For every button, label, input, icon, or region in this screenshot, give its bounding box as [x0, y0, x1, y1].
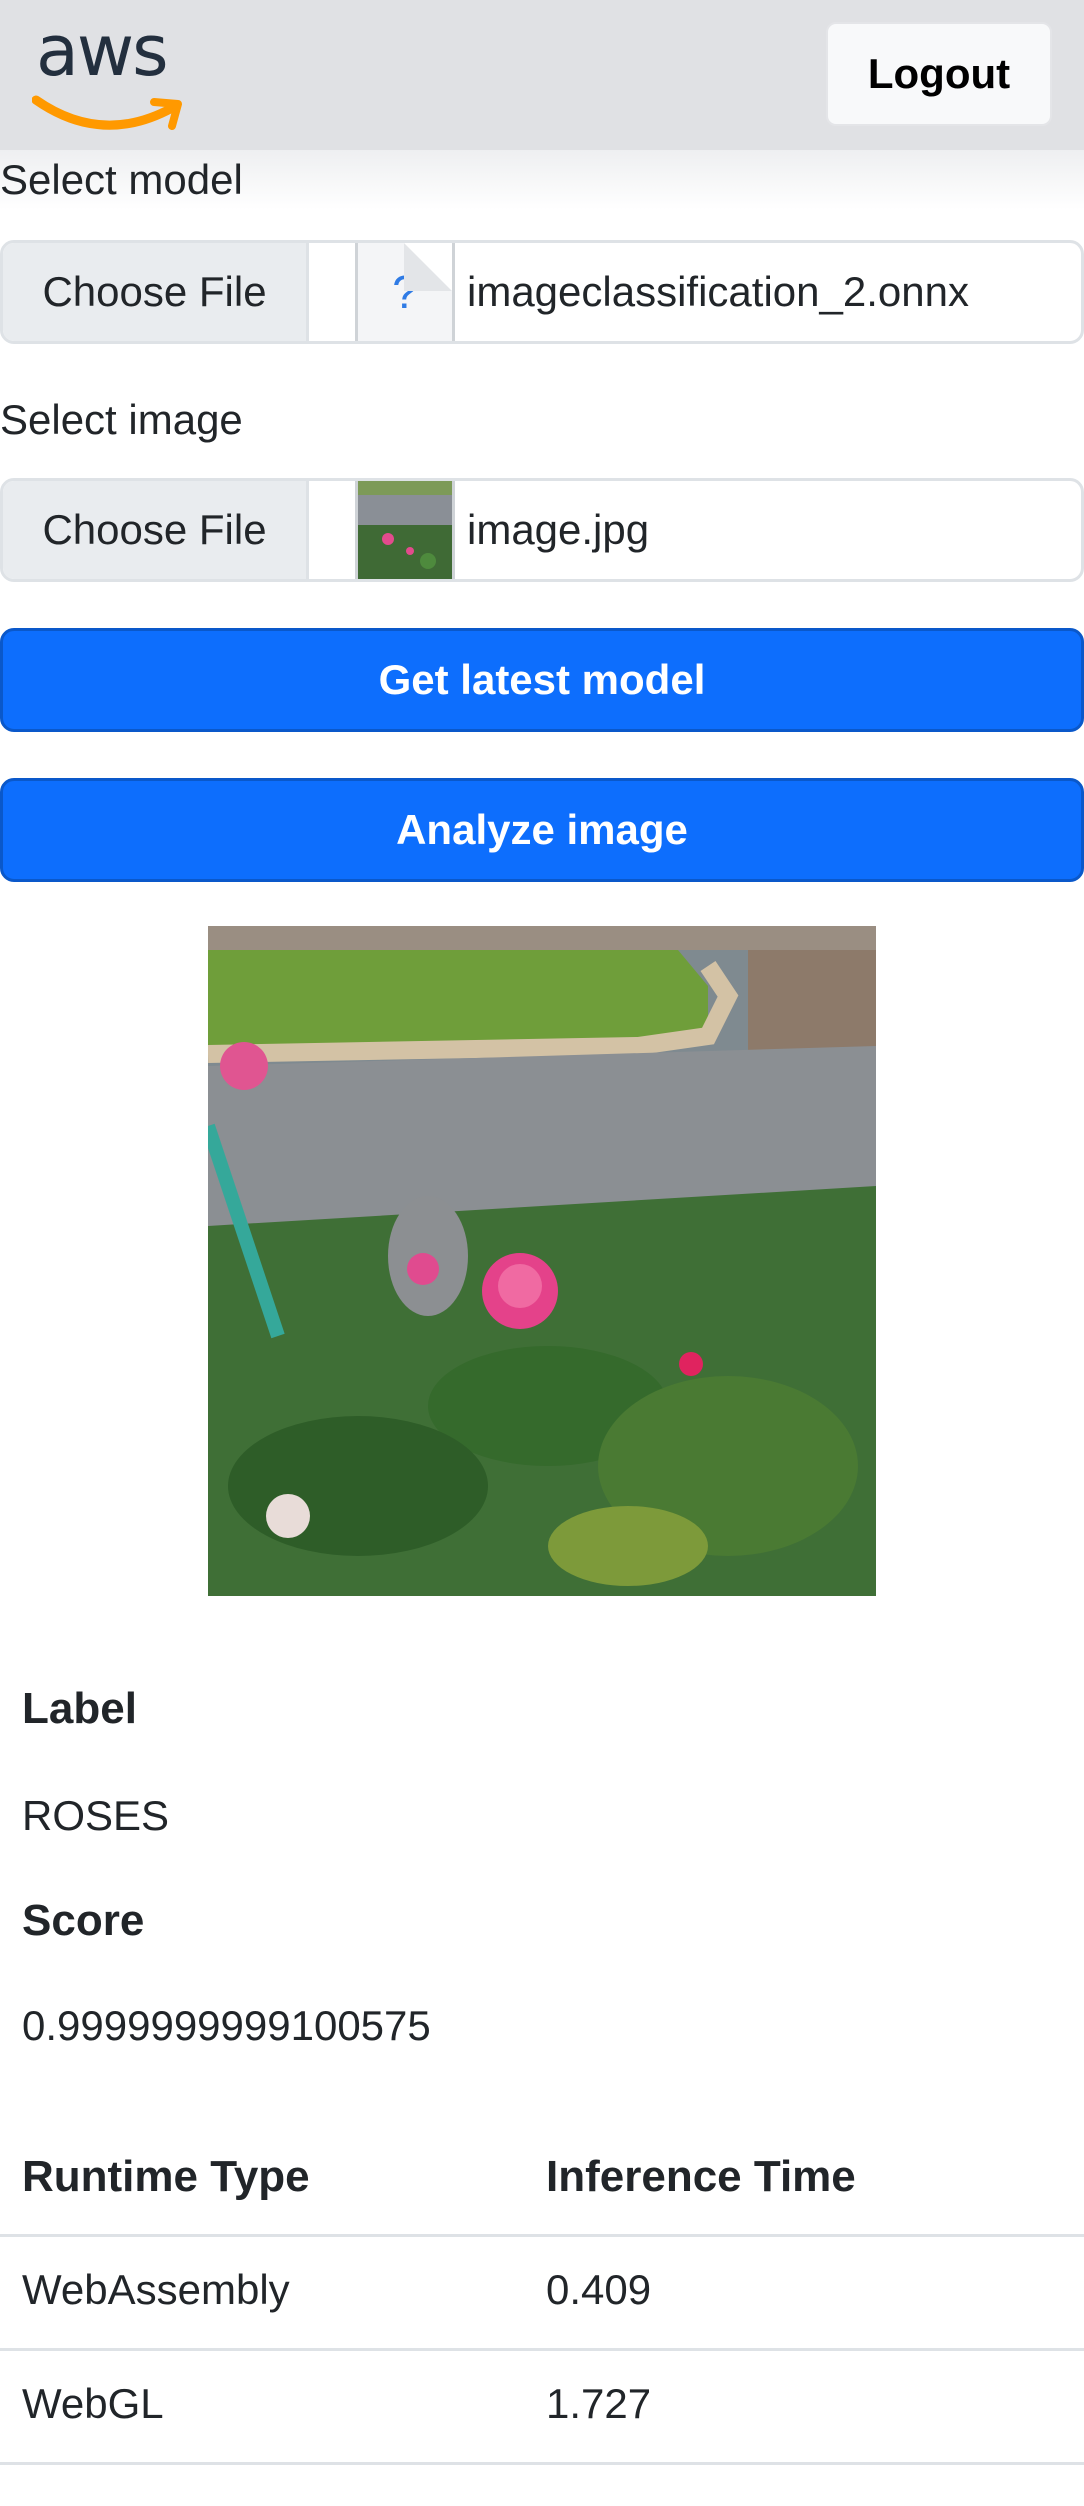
table-divider	[0, 2462, 1084, 2465]
top-navbar: aws Logout	[0, 0, 1084, 150]
image-file-name: image.jpg	[467, 506, 650, 553]
choose-model-file-button[interactable]: Choose File	[3, 243, 309, 341]
table-header-runtime-type: Runtime Type	[22, 2152, 310, 2201]
table-cell-runtime: WebAssembly	[22, 2266, 290, 2313]
table-divider	[0, 2234, 1084, 2237]
model-file-name: imageclassification_2.onnx	[467, 268, 969, 315]
image-file-input[interactable]: Choose File image.jpg	[0, 478, 1084, 582]
table-cell-time: 1.727	[546, 2380, 652, 2427]
analyzed-image-preview	[208, 926, 876, 1596]
select-image-label: Select image	[0, 396, 243, 443]
logout-button[interactable]: Logout	[826, 22, 1052, 126]
score-value: 0.9999999999100575	[22, 2002, 431, 2049]
aws-logo[interactable]: aws	[32, 10, 192, 132]
unknown-file-icon: ?	[355, 243, 455, 341]
image-thumbnail	[355, 481, 455, 579]
model-file-input[interactable]: Choose File ? imageclassification_2.onnx	[0, 240, 1084, 344]
select-model-label: Select model	[0, 156, 243, 203]
table-divider	[0, 2348, 1084, 2351]
get-latest-model-button[interactable]: Get latest model	[0, 628, 1084, 732]
table-cell-time: 0.409	[546, 2266, 652, 2313]
table-header-inference-time: Inference Time	[546, 2152, 856, 2201]
table-cell-runtime: WebGL	[22, 2380, 164, 2427]
label-value: ROSES	[22, 1792, 170, 1839]
score-heading: Score	[22, 1896, 145, 1945]
label-heading: Label	[22, 1684, 137, 1733]
choose-image-file-button[interactable]: Choose File	[3, 481, 309, 579]
analyze-image-button[interactable]: Analyze image	[0, 778, 1084, 882]
question-mark-icon: ?	[392, 266, 418, 318]
aws-smile-icon	[32, 95, 182, 130]
